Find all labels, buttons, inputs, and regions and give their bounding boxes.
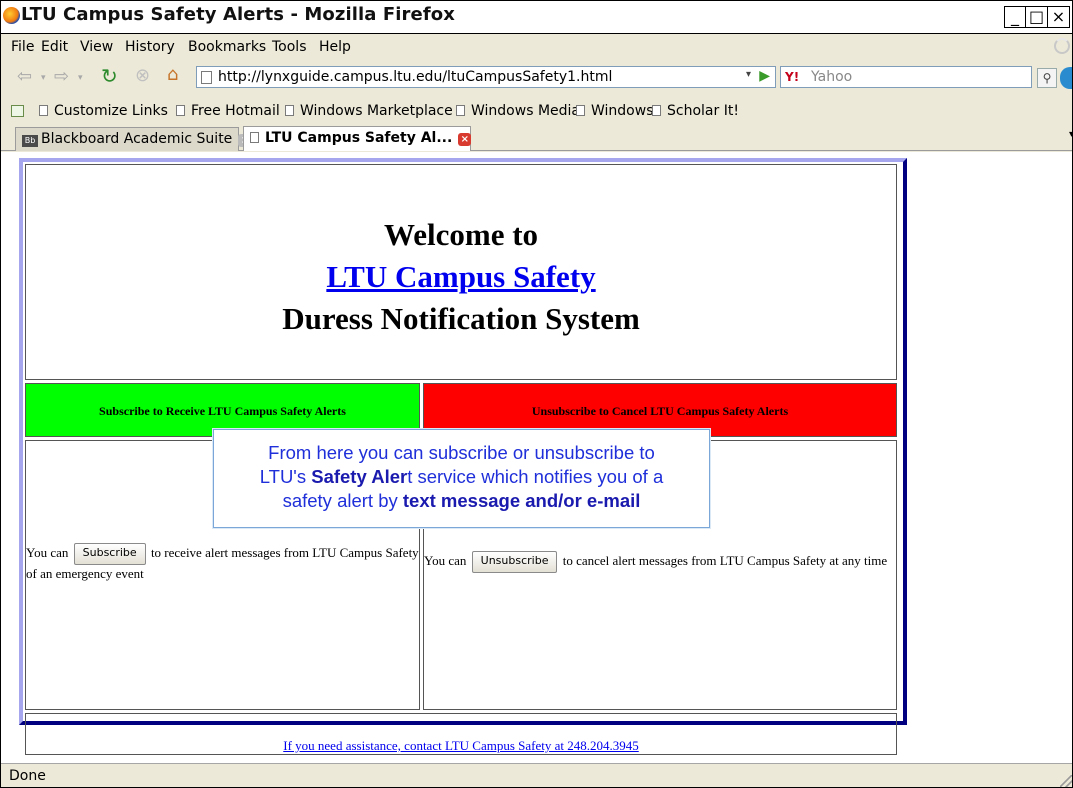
bookmark-page-icon xyxy=(652,105,661,116)
bookmark-customize-links[interactable]: Customize Links xyxy=(39,103,168,119)
bookmarks-toolbar: Customize Links Free Hotmail Windows Mar… xyxy=(1,99,1072,125)
yahoo-icon[interactable]: Y! xyxy=(785,70,799,84)
menu-tools[interactable]: Tools xyxy=(272,39,307,55)
subscribe-text: You can Subscribe to receive alert messa… xyxy=(26,543,419,583)
url-bar[interactable]: http://lynxguide.campus.ltu.edu/ltuCampu… xyxy=(196,66,776,88)
window-title: LTU Campus Safety Alerts - Mozilla Firef… xyxy=(21,4,455,25)
callout-text: LTU's xyxy=(259,466,312,487)
callout-line-2: LTU's Safety Alert service which notifie… xyxy=(214,465,709,489)
callout-text: t service which notifies you of a xyxy=(407,466,664,487)
welcome-heading: Welcome to xyxy=(383,217,539,252)
page-icon xyxy=(250,132,259,143)
tab-list-icon[interactable]: ▾ xyxy=(1069,129,1072,140)
back-icon[interactable]: ⇦ xyxy=(17,66,32,88)
bookmark-label: Windows Media xyxy=(471,103,580,119)
callout-line-3: safety alert by text message and/or e-ma… xyxy=(214,489,709,513)
menu-history[interactable]: History xyxy=(125,39,175,55)
unsubscribe-text: You can Unsubscribe to cancel alert mess… xyxy=(424,551,887,573)
tab-ltu-campus-safety[interactable]: LTU Campus Safety Al... × xyxy=(243,126,472,151)
callout-text: safety alert by xyxy=(282,490,403,511)
assistance-link[interactable]: If you need assistance, contact LTU Camp… xyxy=(26,738,896,754)
footer-cell: If you need assistance, contact LTU Camp… xyxy=(25,713,897,755)
menu-file[interactable]: File xyxy=(11,39,34,55)
tab-bar: BbBlackboard Academic Suite× LTU Campus … xyxy=(1,125,1072,151)
maximize-button[interactable]: □ xyxy=(1026,6,1048,28)
blackboard-icon: Bb xyxy=(22,135,38,147)
back-dropdown-icon[interactable]: ▾ xyxy=(41,67,46,89)
url-text[interactable]: http://lynxguide.campus.ltu.edu/ltuCampu… xyxy=(218,69,612,85)
system-name-heading: Duress Notification System xyxy=(282,301,640,336)
tab-label: LTU Campus Safety Al... xyxy=(265,130,453,146)
forward-icon[interactable]: ⇨ xyxy=(54,66,69,88)
window-controls: _ □ × xyxy=(1004,6,1070,28)
bookmark-page-icon xyxy=(39,105,48,116)
bookmark-page-icon xyxy=(576,105,585,116)
tab-blackboard[interactable]: BbBlackboard Academic Suite× xyxy=(15,127,252,151)
title-bar: LTU Campus Safety Alerts - Mozilla Firef… xyxy=(1,1,1072,34)
firefox-icon xyxy=(3,7,20,24)
resize-grip-icon[interactable] xyxy=(1060,775,1072,787)
bookmark-free-hotmail[interactable]: Free Hotmail xyxy=(176,103,280,119)
unsubscribe-button[interactable]: Unsubscribe xyxy=(471,551,558,573)
info-callout: From here you can subscribe or unsubscri… xyxy=(213,429,710,528)
bookmark-windows-marketplace[interactable]: Windows Marketplace xyxy=(285,103,453,119)
subscribe-prefix: You can xyxy=(26,545,69,560)
menu-help[interactable]: Help xyxy=(319,39,351,55)
bookmark-windows-media[interactable]: Windows Media xyxy=(456,103,580,119)
home-icon[interactable]: ⌂ xyxy=(167,64,178,86)
header-cell: Welcome to LTU Campus Safety Duress Noti… xyxy=(25,164,897,380)
forward-dropdown-icon[interactable]: ▾ xyxy=(78,67,83,89)
search-input[interactable]: Y! Yahoo xyxy=(780,66,1032,88)
bookmark-label: Windows xyxy=(591,103,654,119)
bookmark-label: Scholar It! xyxy=(667,103,739,119)
status-text: Done xyxy=(9,768,46,784)
bookmark-label: Free Hotmail xyxy=(191,103,280,119)
campus-safety-link[interactable]: LTU Campus Safety xyxy=(326,259,595,294)
page-icon xyxy=(201,71,212,84)
go-icon[interactable]: ▶ xyxy=(759,68,770,84)
callout-bold: text message and/or e-mail xyxy=(402,490,641,511)
close-button[interactable]: × xyxy=(1048,6,1070,28)
callout-line-1: From here you can subscribe or unsubscri… xyxy=(268,442,655,463)
bookmark-label: Windows Marketplace xyxy=(300,103,453,119)
unsubscribe-suffix: to cancel alert messages from LTU Campus… xyxy=(562,553,888,568)
menu-view[interactable]: View xyxy=(80,39,113,55)
search-icon[interactable]: ⚲ xyxy=(1037,68,1057,88)
tab-label: Blackboard Academic Suite xyxy=(41,131,233,147)
search-placeholder: Yahoo xyxy=(811,69,853,85)
stop-icon[interactable]: ⊗ xyxy=(135,65,150,87)
bookmark-scholar-it[interactable]: Scholar It! xyxy=(652,103,739,119)
bookmark-label: Customize Links xyxy=(54,103,168,119)
subscribe-button[interactable]: Subscribe xyxy=(73,543,146,565)
campus-safety-heading: LTU Campus Safety xyxy=(26,259,896,295)
bookmark-windows[interactable]: Windows xyxy=(576,103,654,119)
minimize-button[interactable]: _ xyxy=(1004,6,1026,28)
url-history-icon[interactable]: ▾ xyxy=(746,69,751,80)
reload-icon[interactable]: ↻ xyxy=(101,65,118,87)
menu-bar: File Edit View History Bookmarks Tools H… xyxy=(1,35,1072,59)
page-content: Welcome to LTU Campus Safety Duress Noti… xyxy=(1,152,1072,763)
addon-icon[interactable] xyxy=(1060,67,1072,89)
throbber-icon xyxy=(1054,38,1070,54)
menu-edit[interactable]: Edit xyxy=(41,39,68,55)
tab-close-icon[interactable]: × xyxy=(458,133,472,146)
menu-bookmarks[interactable]: Bookmarks xyxy=(188,39,266,55)
browser-window: LTU Campus Safety Alerts - Mozilla Firef… xyxy=(0,0,1073,788)
bookmark-page-icon xyxy=(456,105,465,116)
navigation-toolbar: ⇦ ▾ ⇨ ▾ ↻ ⊗ ⌂ http://lynxguide.campus.lt… xyxy=(1,59,1072,95)
bookmark-feed-icon[interactable] xyxy=(11,105,24,117)
bookmark-page-icon xyxy=(176,105,185,116)
status-bar: Done xyxy=(1,763,1072,787)
unsubscribe-prefix: You can xyxy=(424,553,467,568)
bookmark-page-icon xyxy=(285,105,294,116)
callout-bold: Safety Aler xyxy=(311,466,408,487)
